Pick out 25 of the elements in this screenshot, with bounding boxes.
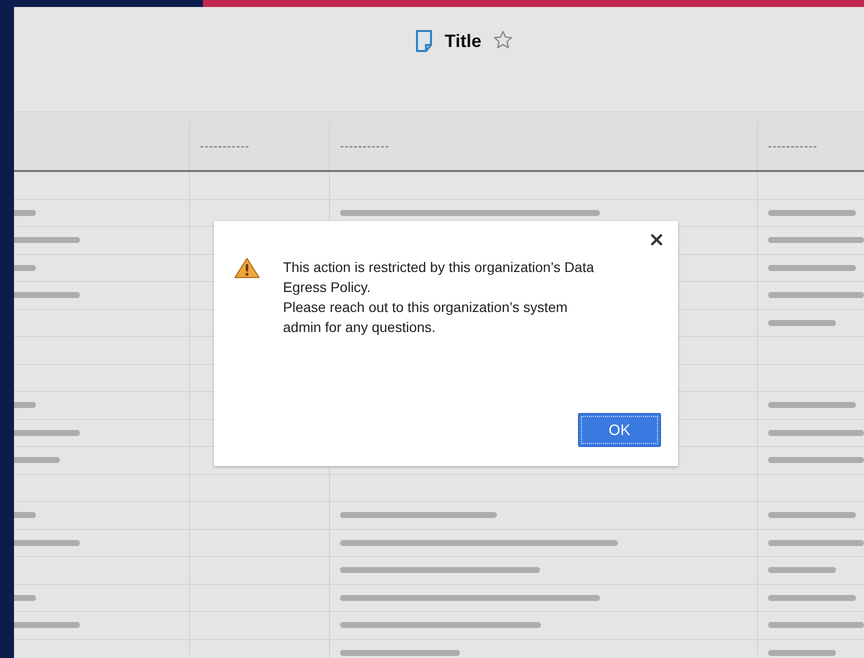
document-title: Title xyxy=(444,30,482,52)
placeholder-bar xyxy=(14,457,60,464)
placeholder-bar xyxy=(14,430,80,436)
placeholder-bar xyxy=(14,210,36,216)
placeholder-bar xyxy=(14,622,80,628)
placeholder-bar xyxy=(14,402,36,408)
warning-icon xyxy=(234,257,260,279)
star-icon[interactable] xyxy=(493,30,514,50)
ok-button[interactable]: OK xyxy=(578,413,661,447)
close-button[interactable]: × xyxy=(644,227,669,251)
dialog-message: Please reach out to this organization’s system admin for any questions. xyxy=(283,298,569,337)
document-icon xyxy=(414,30,433,52)
placeholder-bar xyxy=(768,650,836,656)
placeholder-bar xyxy=(768,320,836,326)
column-header[interactable]: ----------- xyxy=(200,139,250,153)
placeholder-bar xyxy=(14,264,36,271)
dialog-message: This action is restricted by this organization’s Data Egress Policy. xyxy=(283,258,595,297)
placeholder-bar xyxy=(14,292,80,298)
placeholder-bar xyxy=(14,512,36,518)
column-header[interactable]: ----------- xyxy=(340,139,390,153)
placeholder-bar xyxy=(14,594,36,601)
column-header[interactable]: ----------- xyxy=(768,139,818,153)
placeholder-bar xyxy=(14,540,80,546)
placeholder-bar xyxy=(768,567,836,574)
placeholder-bar xyxy=(14,237,80,244)
